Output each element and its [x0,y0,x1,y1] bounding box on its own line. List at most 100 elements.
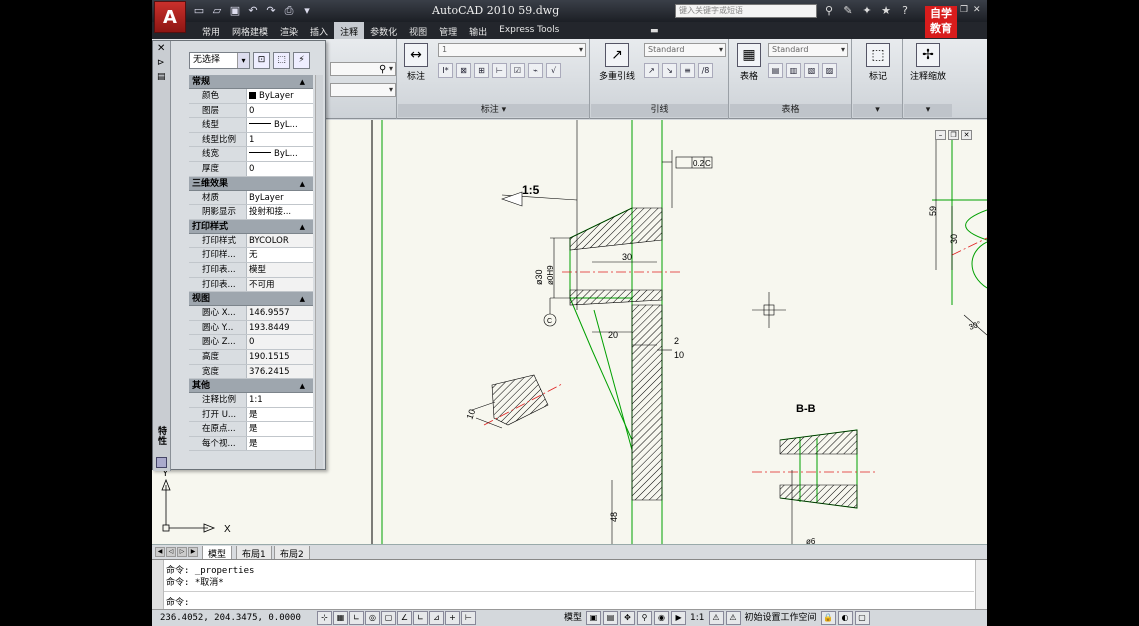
property-category[interactable]: 打印样式 ▲ [189,219,313,234]
collapse-icon[interactable]: ▲ [300,292,305,306]
open-file-icon[interactable]: ▱ [210,4,224,17]
tab-parametric[interactable]: 参数化 [364,22,403,39]
quick-select-icon[interactable]: ⚡ [293,52,310,69]
property-value[interactable]: ByL... [247,147,313,161]
upload-data-icon[interactable]: ▨ [822,63,837,78]
dimension-button[interactable]: ↔ 标注 [402,43,430,82]
dim-inspect-icon[interactable]: ☑ [510,63,525,78]
leader-group-label[interactable]: 引线 [591,104,728,117]
collapse-icon[interactable]: ▲ [300,75,305,89]
property-value[interactable]: 不可用 [247,277,313,292]
property-value[interactable]: 0 [247,161,313,176]
table-group-label[interactable]: 表格 [730,104,851,117]
close-drawing-icon[interactable]: ✕ [961,130,972,140]
restore-icon[interactable]: ❐ [960,4,970,16]
property-value[interactable]: 1:1 [247,393,313,407]
lwt-toggle-icon[interactable]: + [445,611,460,625]
dim-jog-icon[interactable]: ⌁ [528,63,543,78]
property-value[interactable]: 投射和接... [247,205,313,219]
collapse-icon[interactable]: ▲ [300,177,305,191]
drawing-quickview-icon[interactable]: ▤ [603,611,619,625]
subscription-icon[interactable]: ✎ [841,4,855,18]
property-value[interactable]: 190.1515 [247,349,313,364]
steeringwheel-icon[interactable]: ◉ [654,611,670,625]
properties-menu-icon[interactable]: ▤ [157,72,166,82]
grid-toggle-icon[interactable]: ▦ [333,611,348,625]
tab-annotate[interactable]: 注释 [334,22,365,39]
osnap-toggle-icon[interactable]: ▢ [381,611,396,625]
showmotion-icon[interactable]: ▶ [671,611,687,625]
property-value[interactable]: 193.8449 [247,320,313,335]
communication-icon[interactable]: ✦ [860,4,874,18]
first-layout-icon[interactable]: ◀ [155,547,165,557]
property-value[interactable]: BYCOLOR [247,233,313,248]
command-scrollbar[interactable] [975,560,987,610]
property-row[interactable]: 打印表... 不可用 [189,277,313,293]
property-row[interactable]: 在原点... 是 [189,422,313,437]
clean-screen-icon[interactable]: ▢ [854,611,870,625]
next-layout-icon[interactable]: ▷ [177,547,187,557]
property-row[interactable]: 打开 U... 是 [189,407,313,423]
help-icon[interactable]: ? [898,4,912,18]
ortho-toggle-icon[interactable]: ∟ [349,611,364,625]
favorites-icon[interactable]: ★ [879,4,893,18]
command-prompt[interactable]: 命令: [166,595,189,608]
property-row[interactable]: 线型比例 1 [189,132,313,148]
tab-view[interactable]: 视图 [403,22,433,39]
toggle-pickadd-icon[interactable]: ⊡ [253,52,270,69]
redo-icon[interactable]: ↷ [264,4,278,17]
zoom-icon[interactable]: ⚲ [637,611,653,625]
tab-home[interactable]: 常用 [196,22,226,39]
tab-insert[interactable]: 插入 [304,22,334,39]
property-row[interactable]: 材质 ByLayer [189,190,313,206]
property-row[interactable]: 打印样式 BYCOLOR [189,233,313,249]
tab-manage[interactable]: 管理 [433,22,463,39]
property-value[interactable]: ByL... [247,118,313,132]
table-button[interactable]: ▦ 表格 [734,43,764,82]
multileader-button[interactable]: ↗ 多重引线 [596,43,638,82]
annotation-visibility-icon[interactable]: ⚠ [708,611,724,625]
otrack-toggle-icon[interactable]: ∠ [397,611,412,625]
layout-quickview-icon[interactable]: ▣ [586,611,602,625]
prev-layout-icon[interactable]: ◁ [166,547,176,557]
property-value[interactable]: ByLayer [247,190,313,205]
text-height-combo[interactable] [330,83,396,97]
close-icon[interactable]: ✕ [157,43,165,54]
dim-tolerance-icon[interactable]: √ [546,63,561,78]
multileader-style-combo[interactable]: Standard [644,43,726,57]
property-row[interactable]: 打印样... 无 [189,248,313,263]
property-value[interactable]: 376.2415 [247,364,313,379]
dimension-style-combo[interactable]: 1 [438,43,586,57]
property-value[interactable]: 是 [247,407,313,422]
property-row[interactable]: 宽度 376.2415 [189,364,313,380]
remove-leader-icon[interactable]: ↘ [662,63,677,78]
property-row[interactable]: 圆心 X... 146.9557 [189,306,313,321]
undo-icon[interactable]: ↶ [246,4,260,17]
command-line[interactable]: 命令: _properties 命令: *取消* 命令: [152,559,987,610]
property-value[interactable]: 是 [247,422,313,436]
collapse-icon[interactable]: ▲ [300,379,305,393]
property-row[interactable]: 线型 ByL... [189,118,313,133]
find-text-icon[interactable]: ⚲ [379,64,386,75]
property-value[interactable]: 模型 [247,262,313,277]
command-line-grip[interactable] [152,560,164,610]
property-value[interactable]: 146.9557 [247,306,313,320]
property-value[interactable]: 0 [247,103,313,118]
new-file-icon[interactable]: ▭ [192,4,206,17]
qp-toggle-icon[interactable]: ⊢ [461,611,476,625]
snap-toggle-icon[interactable]: ⊹ [317,611,332,625]
ducs-toggle-icon[interactable]: ∟ [413,611,428,625]
property-value[interactable]: 是 [247,436,313,451]
properties-titlebar[interactable]: ✕ ⊳ ▤ 特性 [153,41,171,471]
dimension-group-label[interactable]: 标注 ▾ [398,104,589,117]
property-row[interactable]: 颜色 ByLayer [189,89,313,104]
annotation-scale-button[interactable]: ✢ 注释缩放 [904,43,952,82]
dyn-toggle-icon[interactable]: ⊿ [429,611,444,625]
autohide-icon[interactable]: ⊳ [157,58,165,68]
polar-toggle-icon[interactable]: ◎ [365,611,380,625]
property-row[interactable]: 阴影显示 投射和接... [189,205,313,220]
isolate-objects-icon[interactable]: ◐ [837,611,853,625]
quick-dim-icon[interactable]: I* [438,63,453,78]
property-value[interactable]: ByLayer [247,89,313,103]
property-row[interactable]: 打印表... 模型 [189,262,313,278]
